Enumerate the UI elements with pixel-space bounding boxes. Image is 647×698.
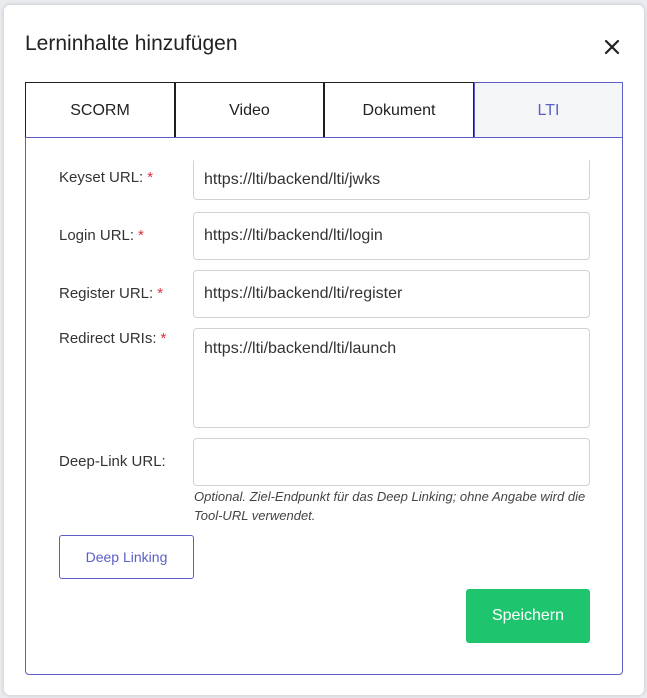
lti-form-panel: Keyset URL:* Login URL:* Register URL:* … [25, 137, 623, 675]
required-marker: * [160, 330, 167, 347]
deep-link-url-input[interactable] [193, 438, 590, 486]
dialog-title: Lerninhalte hinzufügen [25, 32, 238, 55]
login-url-input[interactable] [193, 212, 590, 260]
required-marker: * [147, 169, 154, 186]
login-url-label: Login URL: * [59, 227, 144, 244]
tab-dokument[interactable]: Dokument [324, 82, 474, 138]
tab-scorm[interactable]: SCORM [25, 82, 175, 138]
keyset-url-label: Keyset URL: * [59, 169, 154, 186]
required-marker: * [138, 227, 144, 244]
register-url-label: Register URL: * [59, 285, 164, 302]
close-icon[interactable] [600, 35, 624, 59]
tab-lti[interactable]: LTI [474, 82, 623, 138]
tab-video[interactable]: Video [175, 82, 324, 138]
deep-linking-button[interactable]: Deep Linking [59, 535, 194, 579]
save-button[interactable]: Speichern [466, 589, 590, 643]
deep-link-url-label: Deep-Link URL: [59, 453, 166, 470]
content-type-tabs: SCORM Video Dokument LTI [25, 82, 623, 138]
keyset-url-input[interactable] [193, 160, 590, 200]
deep-link-hint: Optional. Ziel-Endpunkt für das Deep Lin… [194, 489, 586, 523]
required-marker: * [157, 285, 164, 302]
register-url-input[interactable] [193, 270, 590, 318]
lerninhalte-dialog: Lerninhalte hinzufügen SCORM Video Dokum… [4, 5, 644, 695]
redirect-uris-textarea[interactable]: https://lti/backend/lti/launch [193, 328, 590, 428]
redirect-uris-label: Redirect URIs: * [59, 330, 167, 347]
